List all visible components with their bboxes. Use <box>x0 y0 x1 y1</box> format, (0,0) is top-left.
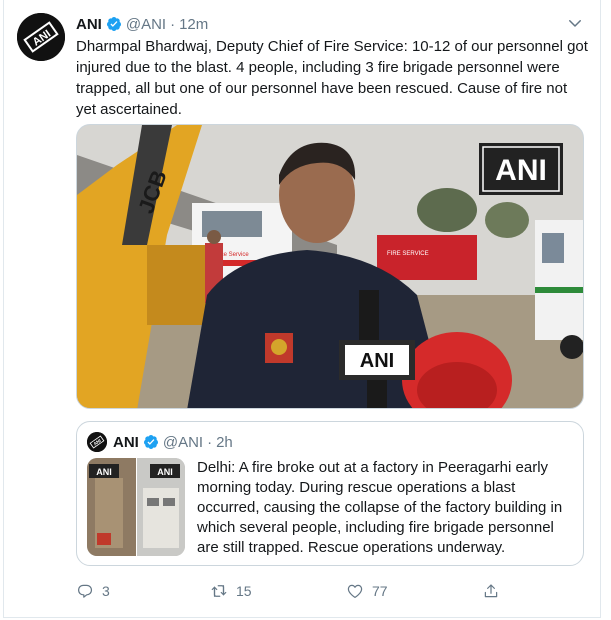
media-watermark: ANI <box>495 154 547 187</box>
share-icon <box>484 584 498 598</box>
action-bar: 3 15 77 <box>76 582 506 602</box>
ani-logo-small: ANI <box>87 432 107 452</box>
retweet-count: 15 <box>236 583 252 599</box>
retweet-button[interactable]: 15 <box>210 582 252 600</box>
tweet-time[interactable]: 12m <box>179 16 208 33</box>
tweet-media[interactable]: Ambulance Service 102 FIRE SERVICE JCB A… <box>76 124 584 409</box>
author-name[interactable]: ANI <box>76 16 102 33</box>
author-avatar[interactable]: ANI <box>17 13 65 61</box>
tweet-header: ANI @ANI · 12m <box>76 14 208 34</box>
media-photo: Ambulance Service 102 FIRE SERVICE JCB A… <box>77 125 583 408</box>
like-button[interactable]: 77 <box>346 582 388 600</box>
quoted-time: 2h <box>216 433 233 451</box>
retweet-icon <box>211 585 227 597</box>
quoted-header: ANI @ANI · 2h <box>113 432 233 452</box>
thumb-label-left: ANI <box>96 467 112 477</box>
like-icon <box>347 584 363 598</box>
verified-badge-icon <box>143 434 159 450</box>
quoted-author-name: ANI <box>113 433 139 451</box>
tweet-text: Dharmpal Bhardwaj, Deputy Chief of Fire … <box>76 38 588 118</box>
chevron-down-icon[interactable] <box>566 14 584 32</box>
quoted-tweet[interactable]: ANI ANI @ANI · 2h ANI ANI Delhi: A fire … <box>76 421 584 566</box>
separator-dot: · <box>170 15 176 33</box>
mic-flag-label: ANI <box>360 350 394 372</box>
quoted-author-avatar[interactable]: ANI <box>87 432 107 452</box>
reply-icon <box>78 584 93 598</box>
reply-button[interactable]: 3 <box>76 582 110 600</box>
like-count: 77 <box>372 583 388 599</box>
quoted-thumbnail: ANI ANI <box>87 458 185 556</box>
fire-truck-label: FIRE SERVICE <box>387 251 429 257</box>
share-button[interactable] <box>482 582 500 600</box>
separator-dot: · <box>207 433 213 451</box>
author-handle[interactable]: @ANI <box>126 16 166 33</box>
quoted-author-handle: @ANI <box>162 433 204 451</box>
verified-badge-icon <box>106 16 122 32</box>
ani-logo: ANI <box>17 13 65 61</box>
thumb-label-right: ANI <box>157 467 173 477</box>
quoted-text: Delhi: A fire broke out at a factory in … <box>197 459 563 556</box>
reply-count: 3 <box>102 583 110 599</box>
